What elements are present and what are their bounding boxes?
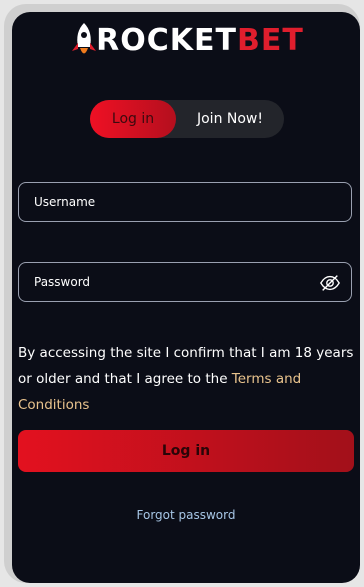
username-input[interactable] bbox=[19, 194, 316, 210]
tab-join-now[interactable]: Join Now! bbox=[176, 100, 284, 138]
password-field bbox=[18, 262, 352, 302]
device-frame: ROCKET BET Log in Join Now! By accessing… bbox=[4, 4, 360, 583]
tab-login[interactable]: Log in bbox=[90, 100, 176, 138]
auth-toggle: Log in Join Now! bbox=[90, 100, 284, 138]
login-button[interactable]: Log in bbox=[18, 430, 354, 472]
eye-off-icon[interactable] bbox=[319, 272, 341, 294]
username-field bbox=[18, 182, 352, 222]
logo-wrap: ROCKET BET bbox=[68, 21, 304, 59]
terms-notice: By accessing the site I confirm that I a… bbox=[18, 340, 354, 418]
forgot-password-link[interactable]: Forgot password bbox=[12, 508, 360, 522]
login-screen: ROCKET BET Log in Join Now! By accessing… bbox=[12, 12, 360, 583]
logo-text-bet: BET bbox=[237, 22, 304, 58]
brand-logo: ROCKET BET bbox=[12, 20, 360, 60]
logo-text-rocket: ROCKET bbox=[96, 22, 237, 58]
terms-text: By accessing the site I confirm that I a… bbox=[18, 345, 354, 387]
password-input[interactable] bbox=[19, 274, 316, 290]
